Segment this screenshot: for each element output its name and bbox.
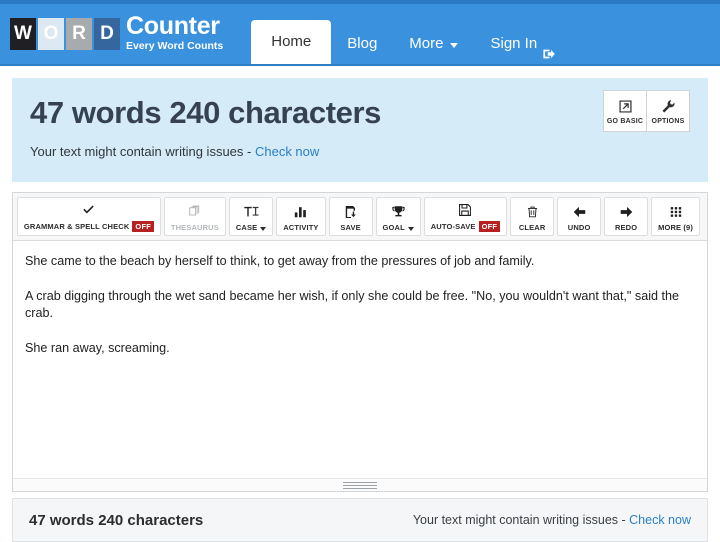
status-bar: 47 words 240 characters Your text might … [12,498,708,542]
nav-item-blog[interactable]: Blog [331,24,393,64]
activity-button[interactable]: ACTIVITY [276,197,326,236]
save-download-icon [344,204,358,220]
goal-button[interactable]: GOAL [375,197,421,236]
editor-toolbar: GRAMMAR & SPELL CHECK OFF THESAURUS CASE… [13,193,707,241]
status-writing-issues-text: Your text might contain writing issues - [412,513,630,527]
thesaurus-text: THESAURUS [170,223,219,232]
editor-paragraph-2: A crab digging through the wet sand beca… [25,289,680,320]
go-basic-label: GO BASIC [606,117,644,125]
more-button[interactable]: MORE (9) [651,197,700,236]
logo-tile-o-letter: O [43,23,59,44]
external-link-icon [618,98,633,115]
text-editor-area[interactable]: She came to the beach by herself to thin… [13,241,707,478]
more-label: MORE (9) [658,223,693,232]
grammar-spell-check-label: GRAMMAR & SPELL CHECK OFF [23,221,155,232]
activity-text: ACTIVITY [283,223,319,232]
case-text: CASE [235,223,258,232]
arrow-right-icon [619,204,634,220]
thesaurus-button[interactable]: THESAURUS [163,197,226,236]
logo-tile-r-letter: R [72,23,86,44]
activity-label: ACTIVITY [283,223,318,232]
bar-chart-icon [293,204,308,220]
text-case-icon [243,204,260,220]
logo-tile-d: D [94,18,120,50]
options-label: OPTIONS [651,117,685,125]
grammar-spell-check-button[interactable]: GRAMMAR & SPELL CHECK OFF [17,197,161,236]
book-icon [187,204,202,220]
nav-item-sign-in-label: Sign In [490,35,538,52]
nav-item-more[interactable]: More [393,24,474,64]
brand-name: Counter [126,11,220,40]
status-check-now-link[interactable]: Check now [629,513,691,527]
writing-issues-notice: Your text might contain writing issues -… [30,144,690,159]
nav-item-blog-label: Blog [347,35,378,52]
check-icon [81,202,96,218]
redo-text: REDO [614,223,638,232]
check-now-link[interactable]: Check now [255,144,319,159]
logo-tile-d-letter: D [100,23,114,44]
wrench-icon [661,98,676,115]
sign-in-icon [542,37,557,59]
grammar-spell-check-text: GRAMMAR & SPELL CHECK [23,222,130,231]
logo-tile-w: W [10,18,36,50]
redo-button[interactable]: REDO [604,197,649,236]
chevron-down-icon [450,42,459,48]
grammar-spell-check-status-badge: OFF [132,221,155,232]
site-logo[interactable]: W O R D Counter Every Word Counts [0,4,229,64]
writing-issues-text: Your text might contain writing issues - [30,144,255,159]
resize-grip-icon [343,481,377,489]
trash-icon [526,204,539,220]
case-button[interactable]: CASE [228,197,274,236]
thesaurus-label: THESAURUS [171,223,219,232]
auto-save-status-badge: OFF [478,221,501,232]
auto-save-label: AUTO-SAVE OFF [430,221,501,232]
floppy-disk-icon [458,202,472,218]
status-counts: 47 words 240 characters [29,511,204,529]
banner-actions: GO BASIC OPTIONS [603,90,690,132]
save-label: SAVE [340,223,360,232]
clear-button[interactable]: CLEAR [510,197,555,236]
editor-paragraph-1: She came to the beach by herself to thin… [25,254,535,268]
logo-tile-r: R [66,18,92,50]
undo-text: UNDO [567,223,591,232]
trophy-icon [391,204,406,220]
page-title: 47 words 240 characters [30,95,381,130]
chevron-down-icon [407,226,414,231]
brand-tagline: Every Word Counts [126,39,224,52]
logo-tile-w-letter: W [14,23,32,44]
status-writing-issues-notice: Your text might contain writing issues -… [413,513,691,527]
more-text: MORE (9) [658,223,694,232]
undo-button[interactable]: UNDO [557,197,602,236]
nav-item-sign-in[interactable]: Sign In [474,24,573,64]
editor-resize-handle[interactable] [13,478,707,491]
goal-label: GOAL [383,223,414,232]
clear-label: CLEAR [519,223,546,232]
grid-icon [669,204,683,220]
editor-panel: GRAMMAR & SPELL CHECK OFF THESAURUS CASE… [12,192,708,492]
auto-save-button[interactable]: AUTO-SAVE OFF [423,197,508,236]
nav-item-home[interactable]: Home [251,20,332,64]
options-button[interactable]: OPTIONS [647,90,690,132]
logo-letter-tiles: W O R D [10,18,120,50]
nav-items: Home Blog More Sign In [251,4,573,64]
logo-tile-o: O [38,18,64,50]
clear-text: CLEAR [518,223,546,232]
save-text: SAVE [340,223,361,232]
nav-item-home-label: Home [271,33,312,50]
redo-label: REDO [615,223,637,232]
go-basic-button[interactable]: GO BASIC [603,90,647,132]
chevron-down-icon [260,226,267,231]
auto-save-text: AUTO-SAVE [430,222,476,231]
arrow-left-icon [572,204,587,220]
page-content: 47 words 240 characters Your text might … [0,66,720,542]
main-navbar: W O R D Counter Every Word Counts Home B… [0,4,720,66]
undo-label: UNDO [568,223,591,232]
brand-wordmark: Counter Every Word Counts [126,11,224,55]
case-label: CASE [235,223,267,232]
save-button[interactable]: SAVE [328,197,373,236]
editor-paragraph-3: She ran away, screaming. [25,341,170,355]
stats-banner: 47 words 240 characters Your text might … [12,78,708,182]
nav-item-more-label: More [409,35,444,52]
goal-text: GOAL [382,223,405,232]
